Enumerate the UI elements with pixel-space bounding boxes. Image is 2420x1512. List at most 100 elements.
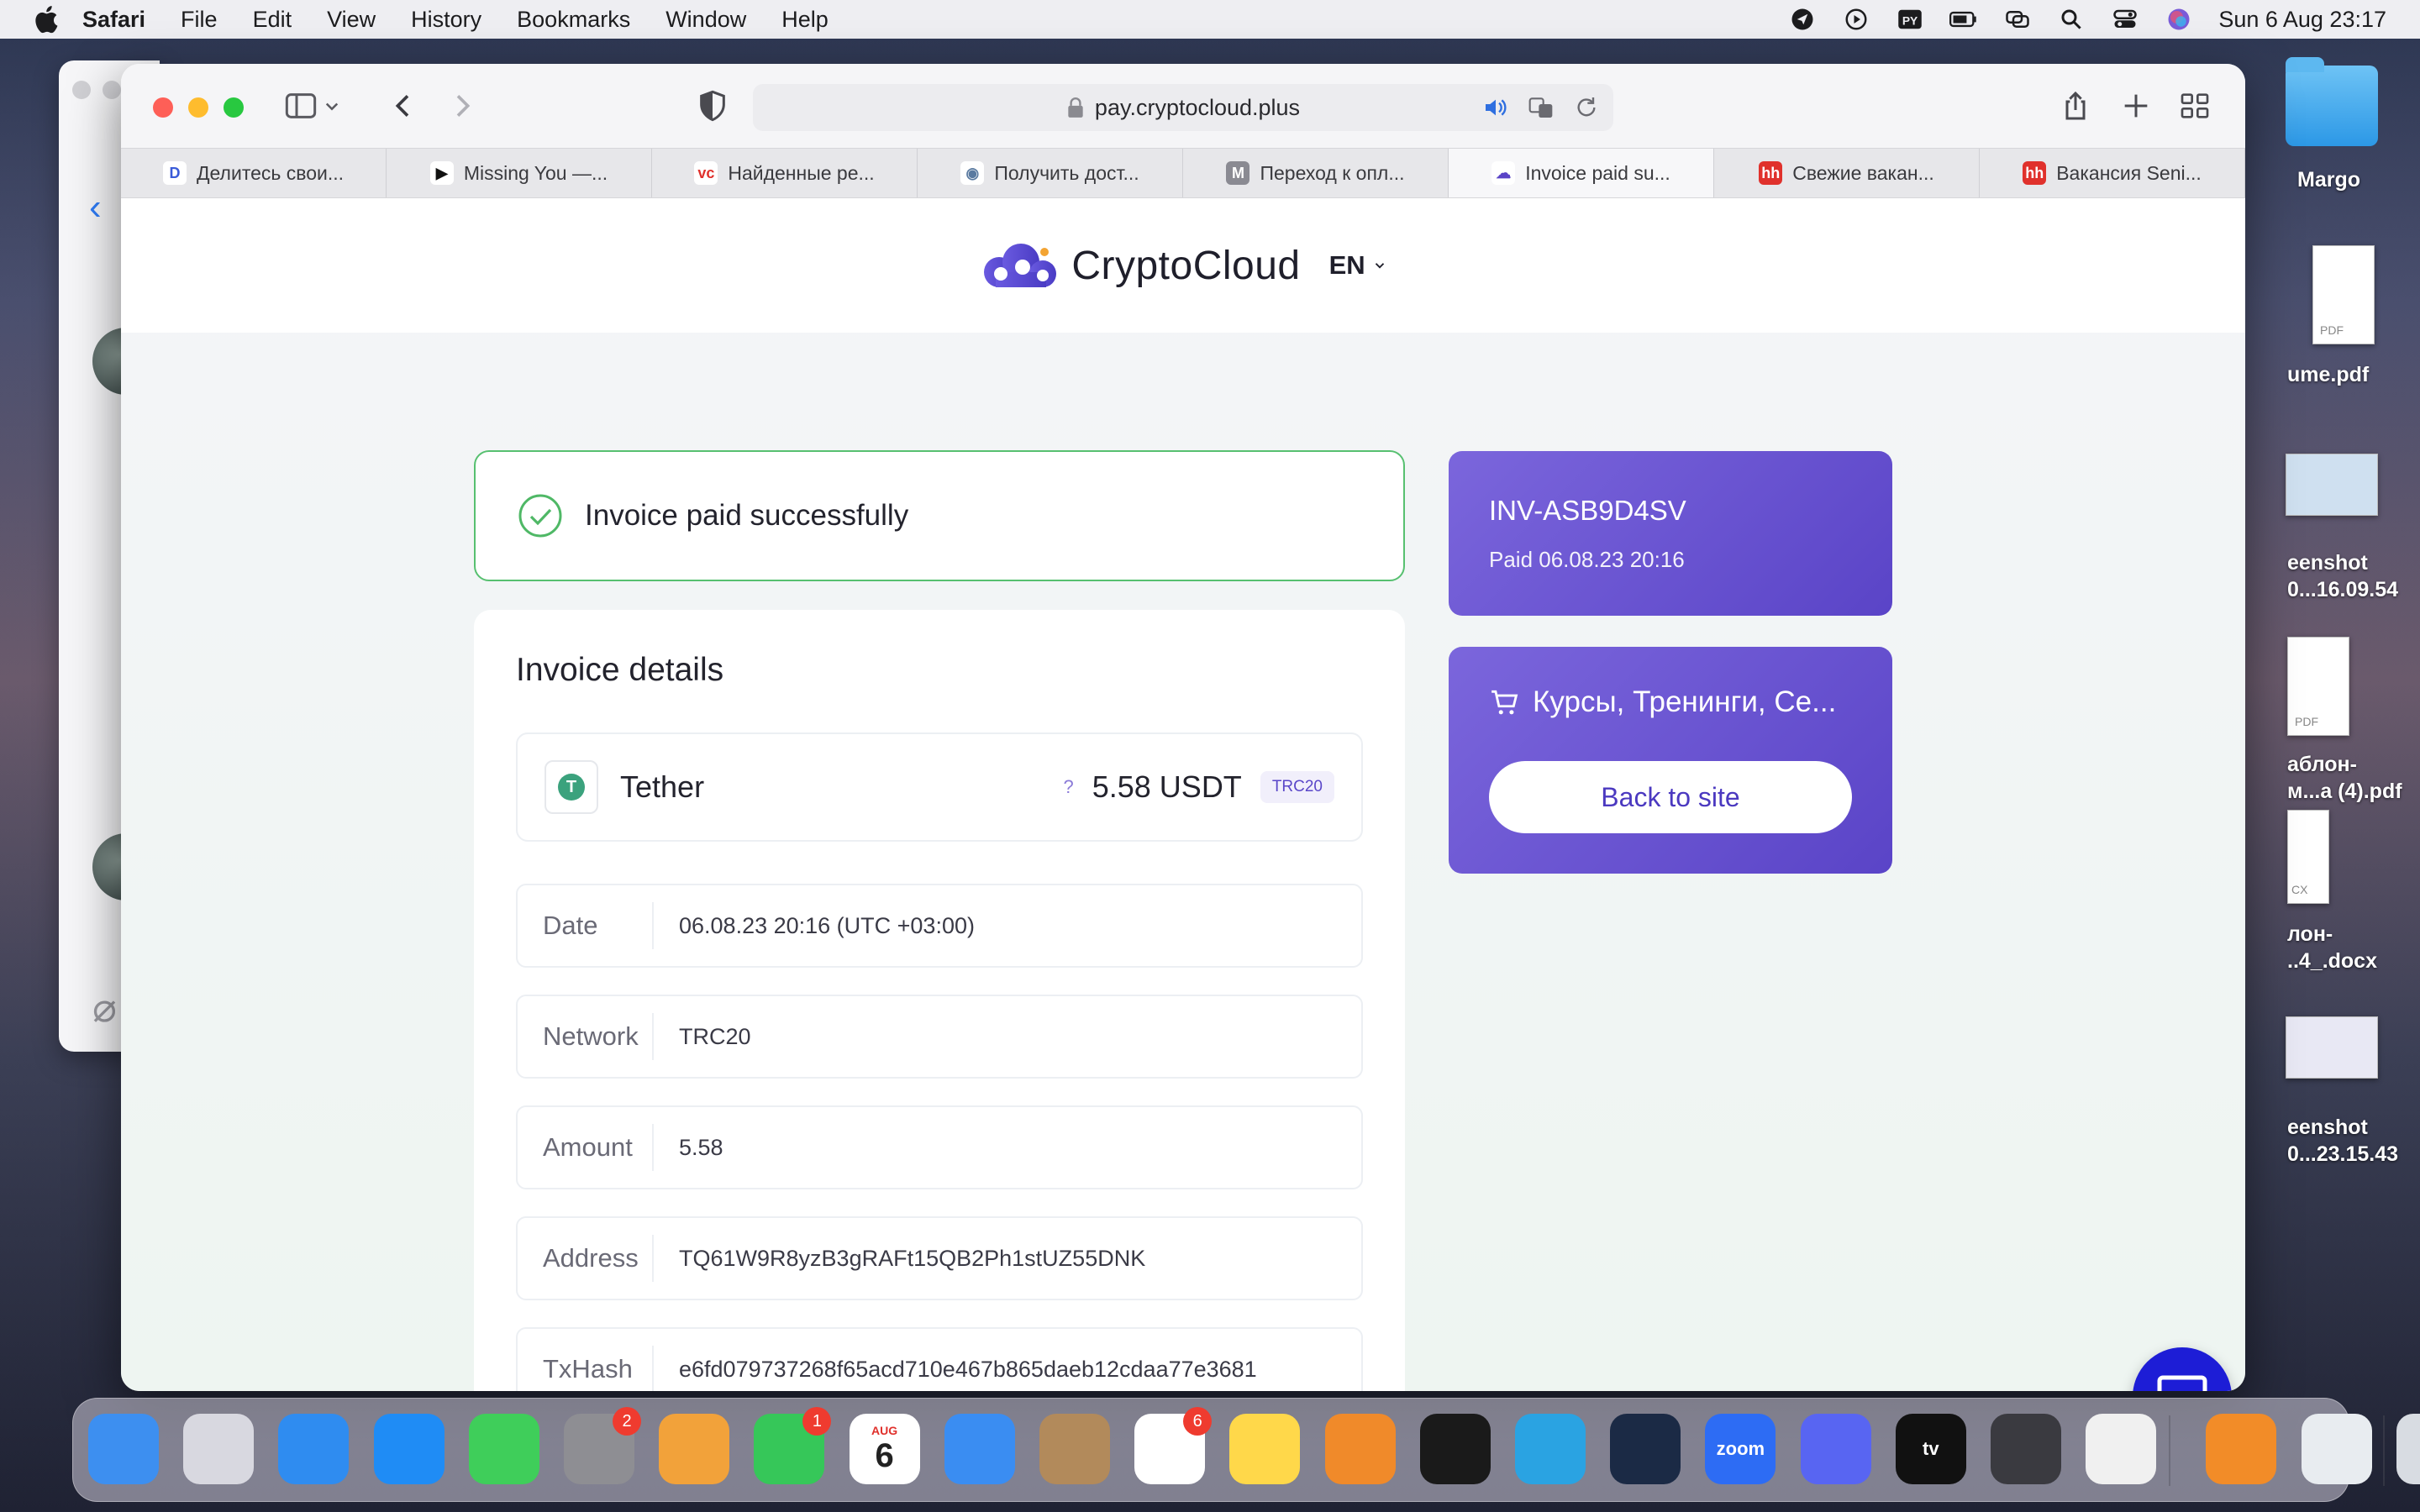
siri-icon[interactable]	[2165, 7, 2193, 32]
screenshot-file-icon[interactable]	[2286, 454, 2378, 516]
keyboard-layout-icon[interactable]: PY	[1896, 7, 1924, 32]
pdf-file-icon[interactable]: PDF	[2287, 637, 2349, 736]
desktop-item-label[interactable]: аблон-	[2287, 753, 2357, 777]
detail-value[interactable]: TRC20	[654, 1024, 751, 1050]
speaker-icon[interactable]	[1482, 94, 1509, 121]
shield-icon[interactable]	[694, 87, 731, 124]
desktop-item-label[interactable]: 0...16.09.54	[2287, 578, 2398, 602]
facetime-icon[interactable]: 1	[754, 1407, 832, 1484]
translate-icon[interactable]	[1528, 94, 1555, 121]
paperclip-icon[interactable]: ⌀	[92, 984, 117, 1032]
pages-icon[interactable]	[1324, 1414, 1396, 1484]
desktop-item-label[interactable]: лон-	[2287, 922, 2333, 947]
detail-value[interactable]: TQ61W9R8yzB3gRAFt15QB2Ph1stUZ55DNK	[654, 1246, 1145, 1272]
reload-icon[interactable]	[1573, 94, 1600, 121]
chevron-left-icon[interactable]: ‹	[89, 186, 102, 228]
menu-bookmarks[interactable]: Bookmarks	[517, 7, 630, 33]
search-icon[interactable]	[2057, 7, 2086, 32]
detail-value[interactable]: e6fd079737268f65acd710e467b865daeb12cdaa…	[654, 1357, 1257, 1383]
safari-icon[interactable]	[278, 1414, 350, 1484]
mail-icon[interactable]	[944, 1414, 1015, 1484]
desktop-item-label[interactable]: ume.pdf	[2287, 363, 2369, 387]
detail-value[interactable]: 5.58	[654, 1135, 723, 1161]
browser-tab[interactable]: hh Свежие вакан...	[1714, 149, 1980, 197]
menu-help[interactable]: Help	[781, 7, 829, 33]
back-to-site-button[interactable]: Back to site	[1489, 761, 1852, 833]
binance-icon[interactable]	[1419, 1414, 1491, 1484]
pdf-file-icon[interactable]: PDF	[2312, 245, 2375, 344]
window-controls	[153, 97, 244, 118]
browser-tab[interactable]: hh Вакансия Seni...	[1980, 149, 2245, 197]
back-arrow-icon[interactable]	[385, 87, 422, 124]
photos-icon[interactable]	[659, 1414, 730, 1484]
url-text[interactable]: pay.cryptocloud.plus	[1095, 95, 1300, 121]
notes-icon[interactable]	[1229, 1414, 1301, 1484]
desktop-item-label[interactable]: eenshot	[2287, 551, 2368, 575]
menu-window[interactable]: Window	[666, 7, 746, 33]
chevron-down-icon[interactable]	[319, 87, 345, 124]
desktop-item-label[interactable]: м...а (4).pdf	[2287, 780, 2402, 804]
zoom-window-button[interactable]	[224, 97, 244, 118]
reminders-icon[interactable]: 6	[1134, 1407, 1213, 1484]
browser-tab[interactable]: vc Найденные ре...	[652, 149, 918, 197]
finder-icon[interactable]	[88, 1414, 159, 1484]
steam-icon[interactable]	[1610, 1414, 1681, 1484]
browser-tab[interactable]: ◉ Получить дост...	[918, 149, 1183, 197]
telegram-icon[interactable]	[1515, 1414, 1586, 1484]
desktop-item-label[interactable]: eenshot	[2287, 1116, 2368, 1140]
location-icon[interactable]	[1788, 7, 1817, 32]
menu-history[interactable]: History	[411, 7, 481, 33]
language-selector[interactable]: EN	[1329, 250, 1387, 281]
site-logo[interactable]: CryptoCloud	[979, 240, 1300, 291]
folder-icon[interactable]	[2286, 57, 2378, 146]
trash-icon[interactable]	[2396, 1414, 2420, 1484]
desktop-item-label[interactable]: ..4_.docx	[2287, 949, 2377, 974]
browser-tab[interactable]: ☁ Invoice paid su...	[1449, 149, 1714, 197]
close-window-button[interactable]	[153, 97, 173, 118]
messages-icon[interactable]	[468, 1414, 539, 1484]
openvpn-icon[interactable]	[2086, 1414, 2157, 1484]
menu-edit[interactable]: Edit	[253, 7, 292, 33]
sidebar-toggle-icon[interactable]	[282, 87, 319, 124]
contacts-icon[interactable]	[1039, 1414, 1110, 1484]
desktop-item-label[interactable]: 0...23.15.43	[2287, 1142, 2398, 1167]
play-icon[interactable]	[1842, 7, 1870, 32]
menu-app-name[interactable]: Safari	[82, 7, 145, 33]
discord-icon[interactable]	[1800, 1414, 1871, 1484]
zoom-icon[interactable]: zoom	[1705, 1414, 1776, 1484]
new-tab-icon[interactable]	[2118, 87, 2154, 124]
menubar-clock[interactable]: Sun 6 Aug 23:17	[2218, 7, 2386, 33]
chat-button[interactable]	[2133, 1347, 2232, 1391]
screenshot-file-icon[interactable]	[2286, 1016, 2378, 1079]
books-icon[interactable]	[2206, 1414, 2277, 1484]
tab-label: Свежие вакан...	[1792, 161, 1934, 184]
control-center-icon[interactable]	[2111, 7, 2139, 32]
address-bar[interactable]: pay.cryptocloud.plus	[753, 84, 1613, 131]
detail-row-amount: Amount 5.58	[516, 1105, 1363, 1189]
browser-tab[interactable]: M Переход к опл...	[1183, 149, 1449, 197]
docx-file-icon[interactable]: CX	[2287, 810, 2329, 904]
desktop-item-label[interactable]: Margo	[2297, 168, 2360, 192]
system-settings-icon[interactable]: 2	[564, 1407, 641, 1484]
apple-icon[interactable]	[32, 3, 64, 35]
menu-view[interactable]: View	[327, 7, 376, 33]
forward-arrow-icon[interactable]	[444, 87, 481, 124]
quicktime-icon[interactable]	[1991, 1414, 2061, 1484]
battery-icon[interactable]	[1949, 7, 1978, 32]
app-store-icon[interactable]	[373, 1414, 445, 1484]
screen-mirror-icon[interactable]	[2003, 7, 2032, 32]
apple-tv-icon[interactable]: tv	[1895, 1414, 1966, 1484]
preview-icon[interactable]	[2301, 1414, 2372, 1484]
network-badge: TRC20	[1260, 771, 1334, 803]
minimize-window-button[interactable]	[188, 97, 208, 118]
browser-tab[interactable]: D Делитесь свои...	[121, 149, 387, 197]
launchpad-icon[interactable]	[183, 1414, 255, 1484]
tab-favicon-icon: hh	[2023, 161, 2047, 185]
share-icon[interactable]	[2057, 87, 2094, 124]
browser-tab[interactable]: ▶ Missing You —...	[387, 149, 652, 197]
detail-value[interactable]: 06.08.23 20:16 (UTC +03:00)	[654, 913, 975, 939]
tab-overview-icon[interactable]	[2176, 87, 2213, 124]
help-icon[interactable]: ?	[1063, 776, 1073, 798]
menu-file[interactable]: File	[181, 7, 218, 33]
calendar-icon[interactable]: AUG 6	[849, 1414, 920, 1484]
